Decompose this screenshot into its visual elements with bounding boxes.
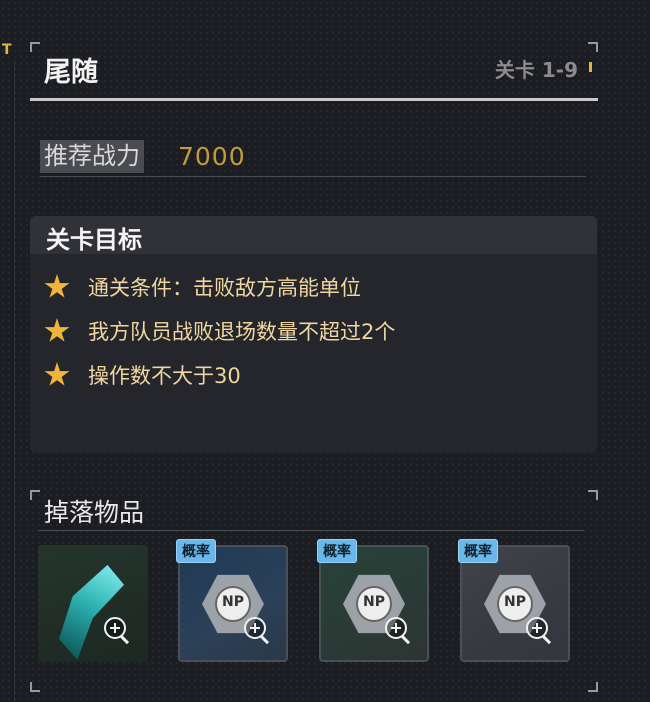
goal-text: 我方队员战败退场数量不超过2个	[88, 320, 396, 344]
stage-goals-panel: 关卡目标 通关条件：击败敌方高能单位 我方队员战败退场数量不超过2个 操作数不大…	[30, 216, 597, 453]
drop-item-np-chip[interactable]: NP 概率	[458, 539, 570, 662]
probability-badge: 概率	[176, 539, 216, 563]
power-label: 推荐战力	[40, 140, 144, 173]
stage-level: 关卡 1-9	[494, 58, 578, 82]
star-icon	[44, 318, 70, 342]
probability-badge: 概率	[458, 539, 498, 563]
level-accent-mark	[589, 62, 592, 72]
np-label: NP	[222, 594, 244, 610]
star-icon	[44, 274, 70, 298]
corner-bracket	[30, 682, 40, 692]
star-icon	[44, 362, 70, 386]
side-divider	[14, 60, 15, 702]
power-value: 7000	[178, 142, 246, 171]
drops-panel: 掉落物品 NP 概率 NP 概率 NP 概率	[30, 490, 598, 692]
stage-header: 尾随 关卡 1-9	[30, 42, 598, 100]
probability-badge: 概率	[317, 539, 357, 563]
corner-bracket	[30, 42, 40, 52]
corner-bracket	[588, 42, 598, 52]
drop-item-np-chip[interactable]: NP 概率	[176, 539, 288, 662]
corner-bracket	[588, 490, 598, 500]
np-label: NP	[504, 594, 526, 610]
drop-item-crystal[interactable]	[38, 545, 148, 662]
np-label: NP	[363, 594, 385, 610]
recommended-power: 推荐战力 7000	[40, 140, 586, 177]
side-marker: T	[2, 42, 12, 58]
drops-header: 掉落物品	[38, 496, 584, 531]
goal-text: 操作数不大于30	[88, 364, 241, 388]
goal-text: 通关条件：击败敌方高能单位	[88, 276, 361, 300]
drop-item-np-chip[interactable]: NP 概率	[317, 539, 429, 662]
stage-title: 尾随	[44, 57, 98, 88]
corner-bracket	[588, 682, 598, 692]
header-underline	[30, 98, 598, 101]
goals-header: 关卡目标	[30, 216, 597, 254]
drops-title: 掉落物品	[44, 498, 145, 527]
goals-title: 关卡目标	[46, 226, 142, 254]
